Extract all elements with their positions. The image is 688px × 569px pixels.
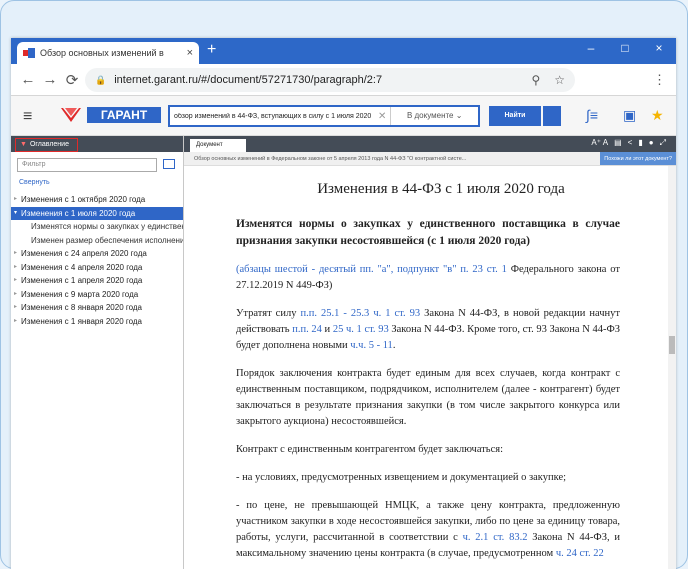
compare-icon[interactable]: ▣ [623,107,636,124]
paragraph-3: Порядок заключения контракта будет едины… [236,368,620,427]
zoom-icon[interactable]: ⚲ [531,73,540,87]
lock-icon: 🔒 [95,74,107,85]
print-icon[interactable]: ▤ [614,138,622,148]
garant-logo[interactable]: ГАРАНТ [57,102,163,130]
law-link[interactable]: п.п. 25.1 - 25.3 ч. 1 ст. 93 [300,308,420,319]
document-panel: Документ A⁺ A ▤ < ▮ ● ⤢ Обзор основных и… [184,136,676,569]
document-scrollbar[interactable] [668,166,676,569]
section-heading: Изменятся нормы о закупках у единственно… [236,218,620,247]
bookmark-star-icon[interactable]: ☆ [554,73,565,87]
paragraph-6: - по цене, не превышающей НМЦК, а также … [236,500,620,559]
paragraph-4: Контракт с единственным контрагентом буд… [236,444,503,455]
font-size-icon[interactable]: A⁺ A [591,138,608,148]
tree-item[interactable]: ▸ Изменения с 1 октября 2020 года [11,193,183,207]
law-link[interactable]: 25 ч. 1 ст. 93 [333,324,389,335]
tree-item[interactable]: ▸ Изменения с 1 апреля 2020 года [11,274,183,288]
paragraph-2: Утратят силу п.п. 25.1 - 25.3 ч. 1 ст. 9… [236,308,620,351]
paragraph-source: (абзацы шестой - десятый пп. "а", подпун… [236,264,620,291]
tree-item[interactable]: ▸ Изменения с 8 января 2020 года [11,301,183,315]
filter-input[interactable]: Фильтр [17,158,157,172]
tree-item[interactable]: ▸ Изменения с 4 апреля 2020 года [11,261,183,275]
document-tab[interactable]: Документ [190,139,246,152]
scrollbar-thumb[interactable] [669,336,675,354]
formula-icon[interactable]: ∫≡ [586,107,598,123]
search-scope-dropdown[interactable]: В документе ⌄ [390,107,478,125]
browser-window: Обзор основных изменений в × + – □ × ← →… [11,38,676,569]
triangle-down-icon: ▼ [20,141,27,148]
find-options-button[interactable] [543,106,561,126]
document-toolbar: Документ A⁺ A ▤ < ▮ ● ⤢ [184,136,676,152]
hamburger-menu-icon[interactable]: ≡ [23,108,32,126]
document-breadcrumb: Обзор основных изменений в Федеральном з… [184,152,676,166]
garant-header: ≡ ГАРАНТ обзор изменений в 44-ФЗ, вступа… [11,96,676,136]
back-arrow-icon[interactable]: ← [17,71,39,88]
reload-icon[interactable]: ⟳ [61,71,83,89]
document-title: Изменения в 44-ФЗ с 1 июля 2020 года [317,181,565,197]
law-link[interactable]: ч.ч. 5 - 11 [350,340,393,351]
garant-favicon-icon [23,48,35,58]
close-window-button[interactable]: × [642,38,676,58]
search-box[interactable]: обзор изменений в 44-ФЗ, вступающих в си… [168,105,480,127]
bookmark-icon[interactable]: ▮ [638,138,642,148]
title-bar: Обзор основных изменений в × + – □ × [11,38,676,64]
contents-tree: ▸ Изменения с 1 октября 2020 года ▾ Измене… [11,193,183,328]
feedback-link[interactable]: Похожи ли этот документ? [600,152,676,165]
url-text: internet.garant.ru/#/document/57271730/p… [114,74,383,86]
forward-arrow-icon[interactable]: → [39,71,61,88]
share-icon[interactable]: < [628,138,633,148]
search-query[interactable]: обзор изменений в 44-ФЗ, вступающих в си… [174,113,374,120]
law-link[interactable]: ч. 2.1 ст. 83.2 [463,532,528,543]
maximize-button[interactable]: □ [608,38,642,58]
clear-search-icon[interactable]: ✕ [378,111,386,122]
tab-close-icon[interactable]: × [187,47,193,59]
tab-title: Обзор основных изменений в [40,48,164,58]
tree-subitem[interactable]: Изменен размер обеспечения исполнения [11,234,183,248]
info-icon[interactable]: ● [649,138,654,148]
collapse-link[interactable]: Свернуть [19,179,50,186]
browser-tab[interactable]: Обзор основных изменений в × [17,42,199,64]
left-panel: ▼ Оглавление Фильтр Свернуть ▸ Изменения с… [11,136,184,569]
new-tab-button[interactable]: + [207,41,216,59]
law-link[interactable]: п.п. 24 [292,324,322,335]
tree-item[interactable]: ▸ Изменения с 9 марта 2020 года [11,288,183,302]
paragraph-5: - на условиях, предусмотренных извещение… [236,472,567,483]
source-link[interactable]: (абзацы шестой - десятый пп. "а", подпун… [236,264,507,275]
left-panel-toolbar: ▼ Оглавление [11,136,183,152]
filter-apply-icon[interactable] [163,159,175,169]
document-body: Изменения в 44-ФЗ с 1 июля 2020 года Изм… [184,166,666,569]
tree-item[interactable]: ▸ Изменения с 24 апреля 2020 года [11,247,183,261]
browser-menu-icon[interactable]: ⋮ [653,72,666,88]
contents-tab[interactable]: ▼ Оглавление [15,138,78,152]
logo-text: ГАРАНТ [101,108,148,122]
url-field[interactable]: 🔒 internet.garant.ru/#/document/57271730… [85,68,575,92]
address-bar-row: ← → ⟳ 🔒 internet.garant.ru/#/document/57… [11,64,676,96]
tree-subitem[interactable]: Изменятся нормы о закупках у единственно… [11,220,183,234]
minimize-button[interactable]: – [574,38,608,58]
tree-item[interactable]: ▸ Изменения с 1 января 2020 года [11,315,183,329]
expand-icon[interactable]: ⤢ [660,138,666,148]
tree-item-selected[interactable]: ▾ Изменения с 1 июля 2020 года [11,206,183,220]
law-link[interactable]: ч. 24 ст. 22 [556,548,604,559]
find-button[interactable]: Найти [489,106,541,126]
favorites-star-icon[interactable]: ★ [651,107,664,124]
